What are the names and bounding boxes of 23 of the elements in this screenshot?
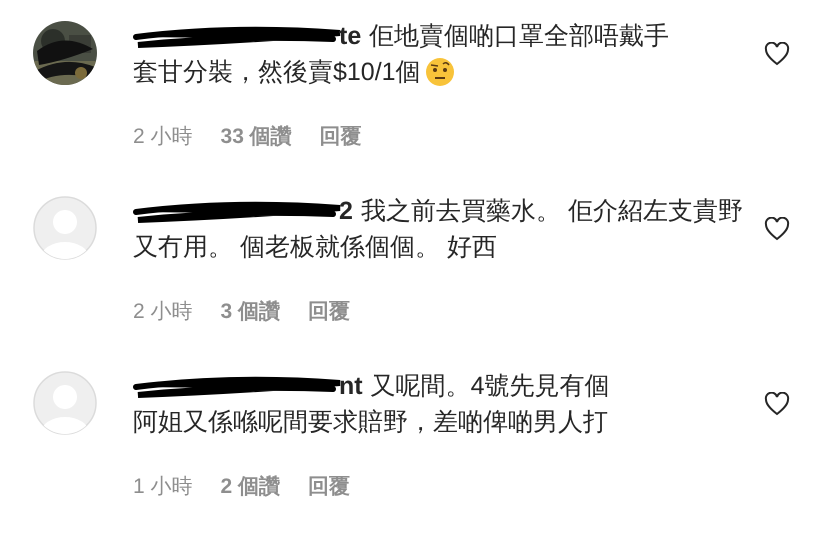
comment-text: 又冇用。 個老板就係個個。 好西 — [133, 232, 497, 263]
like-count[interactable]: 2 個讚 — [220, 472, 280, 500]
reply-link[interactable]: 回覆 — [308, 472, 350, 500]
comment-text: 套甘分裝，然後賣$10/1個 — [133, 57, 421, 88]
comment-text: 阿姐又係喺呢間要求賠野，差啲俾啲男人打 — [133, 407, 608, 438]
comment-text: 又呢間。4號先見有個 — [370, 371, 610, 402]
default-avatar-icon — [33, 371, 97, 435]
like-heart-icon[interactable] — [764, 42, 790, 66]
comment-text: 我之前去買藥水。 佢介紹左支貴野 — [360, 196, 743, 227]
username[interactable]: 2 — [339, 193, 353, 229]
comment-time: 1 小時 — [133, 474, 193, 500]
reply-link[interactable]: 回覆 — [320, 122, 362, 150]
default-avatar-icon — [33, 196, 97, 260]
username[interactable]: te — [339, 18, 362, 54]
like-heart-icon[interactable] — [764, 392, 790, 416]
comment-time: 2 小時 — [133, 124, 193, 150]
reply-link[interactable]: 回覆 — [308, 297, 350, 325]
like-count[interactable]: 3 個讚 — [220, 297, 280, 325]
comment-time: 2 小時 — [133, 299, 193, 325]
like-heart-icon[interactable] — [764, 217, 790, 241]
comment-text: 佢地賣個啲口罩全部唔戴手 — [369, 21, 670, 52]
username[interactable]: nt — [339, 368, 363, 404]
like-count[interactable]: 33 個讚 — [220, 122, 292, 150]
